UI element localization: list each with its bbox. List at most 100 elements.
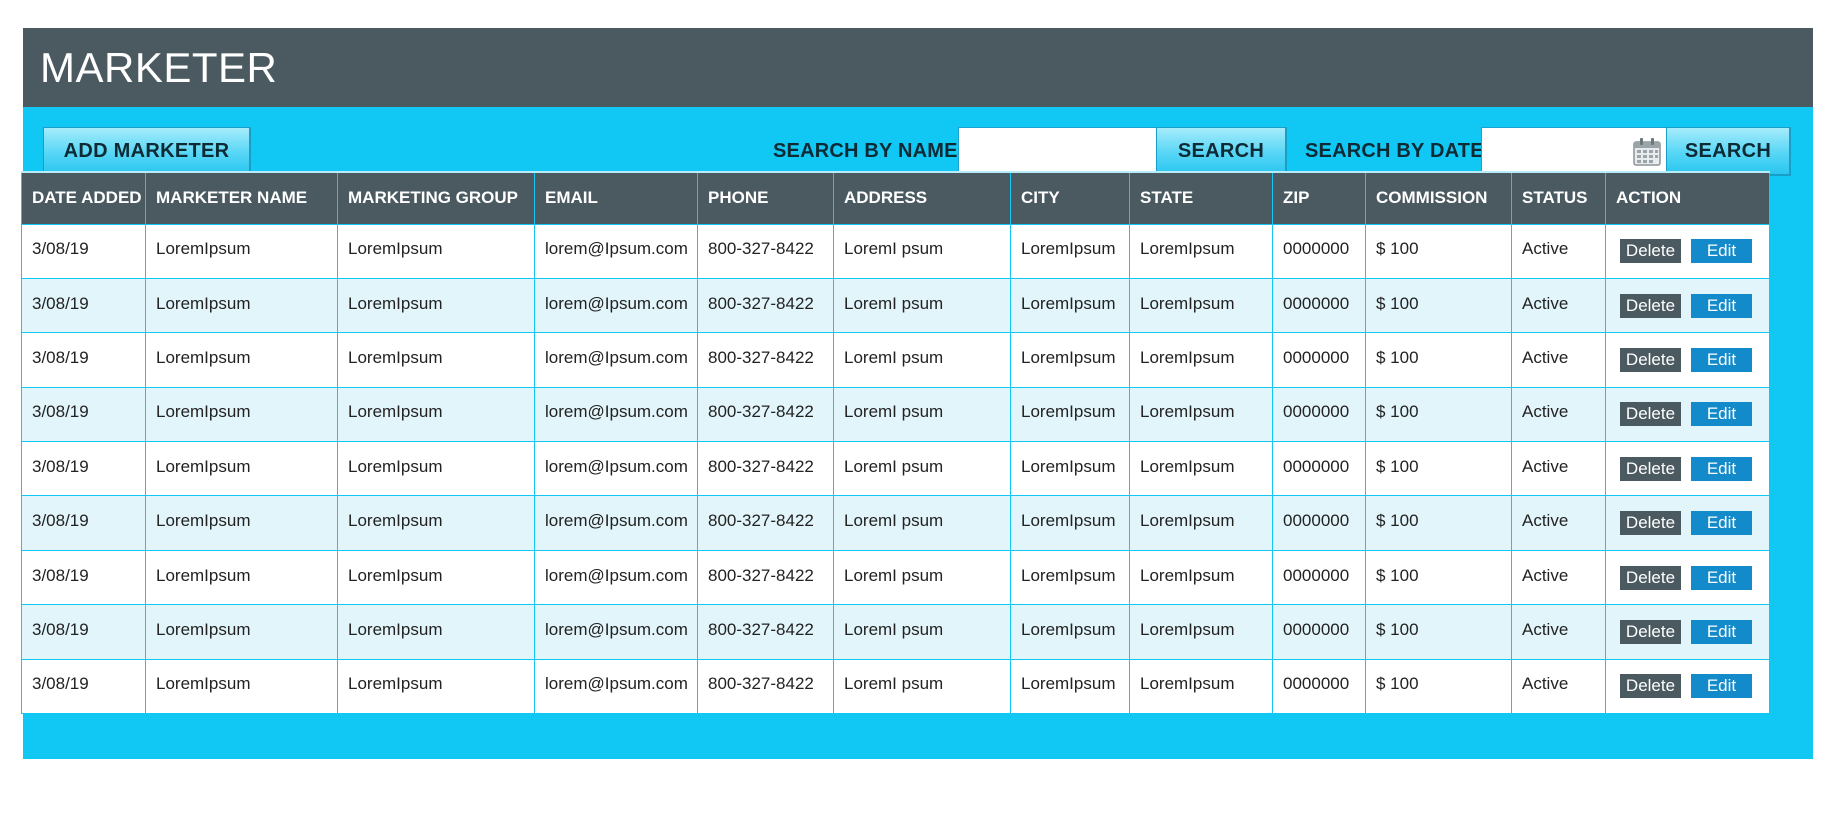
delete-button[interactable]: Delete <box>1620 565 1681 590</box>
zip-text: 0000000 <box>1283 565 1350 585</box>
email-text: lorem@Ipsum.com <box>545 511 688 531</box>
city-text: LoremIpsum <box>1021 511 1116 531</box>
state-text: LoremIpsum <box>1140 239 1235 259</box>
search-name-input[interactable] <box>958 127 1162 176</box>
state-cell: LoremIpsum <box>1129 549 1273 606</box>
delete-button[interactable]: Delete <box>1620 674 1681 699</box>
status-text: Active <box>1522 619 1569 639</box>
zip-text: 0000000 <box>1283 511 1350 531</box>
marketer-name-text: LoremIpsum <box>156 565 251 585</box>
commission-cell: $ 100 <box>1365 332 1512 388</box>
zip-cell: 0000000 <box>1272 604 1366 660</box>
edit-button[interactable]: Edit <box>1691 674 1752 699</box>
row-actions: Delete Edit <box>1616 456 1759 481</box>
state-cell: LoremIpsum <box>1129 223 1273 279</box>
marketing-group-cell: LoremIpsum <box>337 495 535 551</box>
marketing-group-cell: LoremIpsum <box>337 658 535 715</box>
table-row: 3/08/19 LoremIpsum LoremIpsum lorem@Ipsum.c… <box>21 277 1770 334</box>
marketing-group-cell: LoremIpsum <box>337 441 535 497</box>
delete-button[interactable]: Delete <box>1620 347 1681 372</box>
date-added-cell: 3/08/19 <box>21 549 146 606</box>
phone-cell: 800-327-8422 <box>697 604 834 660</box>
marketer-name-text: LoremIpsum <box>156 619 251 639</box>
date-added-text: 3/08/19 <box>32 239 89 259</box>
delete-button[interactable]: Delete <box>1620 293 1681 318</box>
address-cell: LoremI psum <box>833 658 1011 715</box>
marketer-name-cell: LoremIpsum <box>145 223 338 279</box>
marketer-name-cell: LoremIpsum <box>145 604 338 660</box>
zip-cell: 0000000 <box>1272 277 1366 334</box>
commission-text: $ 100 <box>1376 293 1419 313</box>
city-cell: LoremIpsum <box>1010 549 1130 606</box>
phone-cell: 800-327-8422 <box>697 441 834 497</box>
city-cell: LoremIpsum <box>1010 604 1130 660</box>
status-text: Active <box>1522 565 1569 585</box>
edit-button[interactable]: Edit <box>1691 565 1752 590</box>
address-text: LoremI psum <box>844 239 944 259</box>
status-text: Active <box>1522 347 1569 367</box>
address-text: LoremI psum <box>844 347 944 367</box>
zip-text: 0000000 <box>1283 293 1350 313</box>
commission-cell: $ 100 <box>1365 277 1512 334</box>
state-cell: LoremIpsum <box>1129 604 1273 660</box>
marketing-group-text: LoremIpsum <box>348 511 443 531</box>
status-text: Active <box>1522 456 1569 476</box>
city-cell: LoremIpsum <box>1010 332 1130 388</box>
table-row: 3/08/19 LoremIpsum LoremIpsum lorem@Ipsum.c… <box>21 604 1770 660</box>
date-added-text: 3/08/19 <box>32 619 89 639</box>
commission-text: $ 100 <box>1376 239 1419 259</box>
commission-text: $ 100 <box>1376 619 1419 639</box>
commission-cell: $ 100 <box>1365 604 1512 660</box>
column-header: CITY <box>1010 171 1130 224</box>
address-text: LoremI psum <box>844 619 944 639</box>
zip-text: 0000000 <box>1283 347 1350 367</box>
delete-button[interactable]: Delete <box>1620 239 1681 264</box>
edit-button[interactable]: Edit <box>1691 456 1752 481</box>
row-actions: Delete Edit <box>1616 239 1759 264</box>
status-cell: Active <box>1511 332 1606 388</box>
marketer-name-cell: LoremIpsum <box>145 658 338 715</box>
address-text: LoremI psum <box>844 456 944 476</box>
address-text: LoremI psum <box>844 565 944 585</box>
address-cell: LoremI psum <box>833 441 1011 497</box>
address-text: LoremI psum <box>844 293 944 313</box>
edit-button[interactable]: Edit <box>1691 347 1752 372</box>
state-text: LoremIpsum <box>1140 674 1235 694</box>
date-added-text: 3/08/19 <box>32 347 89 367</box>
edit-button[interactable]: Edit <box>1691 239 1752 264</box>
date-added-cell: 3/08/19 <box>21 223 146 279</box>
phone-cell: 800-327-8422 <box>697 332 834 388</box>
status-text: Active <box>1522 402 1569 422</box>
delete-button[interactable]: Delete <box>1620 402 1681 427</box>
commission-cell: $ 100 <box>1365 386 1512 443</box>
state-text: LoremIpsum <box>1140 511 1235 531</box>
marketing-group-text: LoremIpsum <box>348 402 443 422</box>
search-name-button[interactable]: SEARCH <box>1156 127 1287 176</box>
search-date-button[interactable]: SEARCH <box>1666 127 1791 176</box>
delete-button[interactable]: Delete <box>1620 456 1681 481</box>
phone-cell: 800-327-8422 <box>697 223 834 279</box>
delete-button[interactable]: Delete <box>1620 511 1681 536</box>
zip-cell: 0000000 <box>1272 658 1366 715</box>
email-text: lorem@Ipsum.com <box>545 347 688 367</box>
search-date-input[interactable] <box>1482 128 1622 174</box>
zip-text: 0000000 <box>1283 402 1350 422</box>
search-date-field[interactable] <box>1481 127 1669 176</box>
table-header-row: DATE ADDED MARKETER NAME MARKETING GROUP EM… <box>21 171 1770 224</box>
edit-button[interactable]: Edit <box>1691 293 1752 318</box>
email-cell: lorem@Ipsum.com <box>534 495 698 551</box>
marketing-group-cell: LoremIpsum <box>337 223 535 279</box>
edit-button[interactable]: Edit <box>1691 619 1752 644</box>
phone-text: 800-327-8422 <box>708 565 814 585</box>
phone-text: 800-327-8422 <box>708 402 814 422</box>
calendar-icon[interactable] <box>1632 137 1662 167</box>
edit-button[interactable]: Edit <box>1691 402 1752 427</box>
city-cell: LoremIpsum <box>1010 277 1130 334</box>
delete-button[interactable]: Delete <box>1620 619 1681 644</box>
address-cell: LoremI psum <box>833 332 1011 388</box>
city-text: LoremIpsum <box>1021 239 1116 259</box>
marketer-name-text: LoremIpsum <box>156 293 251 313</box>
edit-button[interactable]: Edit <box>1691 511 1752 536</box>
add-marketer-button[interactable]: ADD MARKETER <box>43 127 251 176</box>
status-cell: Active <box>1511 223 1606 279</box>
